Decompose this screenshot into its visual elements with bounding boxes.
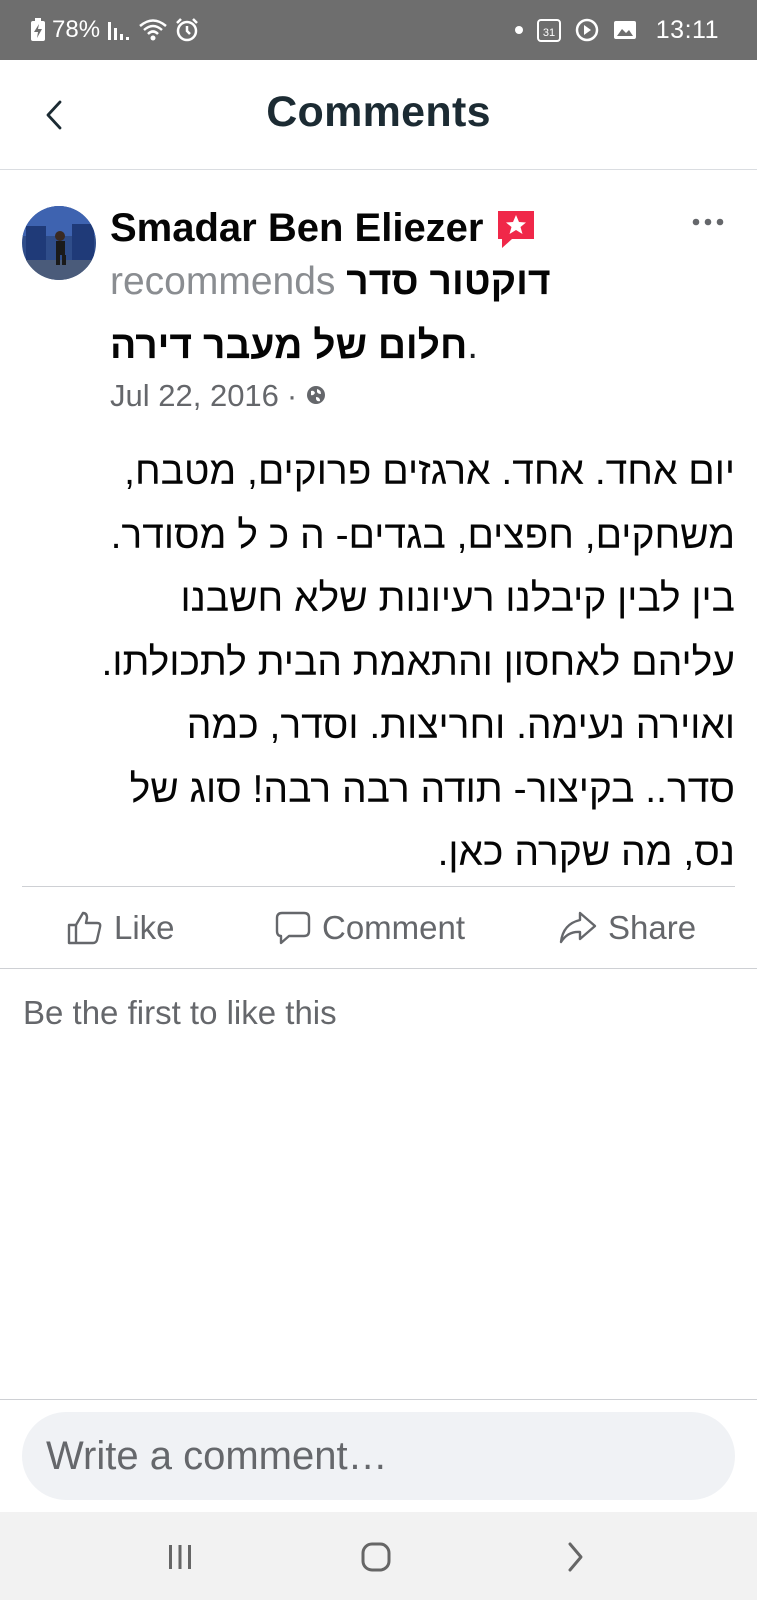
like-label: Like bbox=[114, 909, 175, 946]
system-back-button[interactable] bbox=[550, 1532, 600, 1582]
comment-bubble-icon bbox=[275, 911, 311, 945]
author-line: Smadar Ben Eliezer bbox=[110, 206, 538, 251]
post-body-line: סדר.. בקיצור- תודה רבה רבה! סוג של bbox=[129, 767, 735, 811]
action-bar: Like Comment Share bbox=[0, 888, 757, 968]
post-meta: Jul 22, 2016 · bbox=[110, 378, 327, 414]
dot-icon bbox=[514, 25, 524, 35]
divider bbox=[22, 886, 735, 887]
more-options-button[interactable] bbox=[680, 210, 736, 234]
calendar-icon: 31 bbox=[536, 17, 562, 43]
comment-input[interactable] bbox=[22, 1412, 735, 1500]
play-circle-icon bbox=[574, 17, 600, 43]
image-icon bbox=[612, 18, 638, 42]
recommendation-line-2: חלום של מעבר דירה. bbox=[110, 324, 478, 368]
comment-label: Comment bbox=[322, 909, 466, 946]
status-bar: 78% 31 13:11 bbox=[0, 0, 757, 60]
post-body: יום אחד. אחד. ארגזים פרוקים, מטבח, משחקי… bbox=[20, 440, 735, 885]
meta-separator: · bbox=[286, 378, 298, 413]
divider bbox=[0, 968, 757, 969]
page-name-link[interactable]: דוקטור סדר bbox=[346, 260, 550, 303]
recommendation-line: recommends דוקטור סדר bbox=[110, 260, 551, 304]
post-body-line: עליהם לאחסון והתאמת הבית לתכולתו. bbox=[101, 640, 735, 684]
post-body-line: ואוירה נעימה. וחריצות. וסדר, כמה bbox=[186, 704, 735, 747]
recommendation-period: . bbox=[467, 324, 479, 367]
share-arrow-icon bbox=[559, 911, 597, 944]
post-body-line: משחקים, חפצים, בגדים- ה כ ל מסודר. bbox=[110, 513, 735, 557]
post-body-line: נס, מה שקרה כאן. bbox=[437, 831, 735, 874]
recents-button[interactable] bbox=[155, 1532, 205, 1582]
status-bar-left: 78% bbox=[30, 0, 200, 60]
like-button[interactable]: Like bbox=[66, 888, 175, 968]
battery-percent: 78% bbox=[52, 16, 101, 43]
home-icon bbox=[361, 1542, 391, 1572]
post-body-line: בין לבין קיבלנו רעיונות שלא חשבנו bbox=[180, 577, 735, 620]
home-button[interactable] bbox=[351, 1532, 401, 1582]
page-title: Comments bbox=[266, 88, 491, 136]
more-horizontal-icon bbox=[692, 218, 724, 226]
post-body-line: יום אחד. אחד. ארגזים פרוקים, מטבח, bbox=[124, 450, 735, 493]
thumbs-up-icon bbox=[67, 911, 102, 945]
chevron-right-icon bbox=[568, 1542, 583, 1572]
page-name-link-continued[interactable]: חלום של מעבר דירה bbox=[110, 324, 467, 367]
reactions-summary: Be the first to like this bbox=[23, 994, 337, 1031]
battery-charging-icon bbox=[30, 18, 46, 42]
avatar-image bbox=[22, 206, 96, 280]
share-label: Share bbox=[608, 909, 697, 946]
recommends-label: recommends bbox=[110, 260, 336, 303]
post-date[interactable]: Jul 22, 2016 bbox=[110, 378, 279, 414]
avatar[interactable] bbox=[22, 206, 96, 280]
comment-button[interactable]: Comment bbox=[274, 888, 465, 968]
comment-composer bbox=[0, 1399, 757, 1512]
clock: 13:11 bbox=[655, 15, 719, 44]
signal-icon bbox=[106, 18, 132, 42]
status-bar-right: 31 13:11 bbox=[514, 0, 719, 60]
recommend-star-icon bbox=[494, 207, 538, 251]
calendar-day: 31 bbox=[543, 27, 555, 39]
author-name[interactable]: Smadar Ben Eliezer bbox=[110, 206, 484, 251]
wifi-icon bbox=[138, 18, 168, 42]
recents-icon bbox=[169, 1545, 191, 1569]
alarm-icon bbox=[174, 17, 200, 43]
share-button[interactable]: Share bbox=[558, 888, 696, 968]
globe-icon bbox=[305, 378, 327, 414]
system-nav-bar bbox=[0, 1512, 757, 1600]
header: Comments bbox=[0, 60, 757, 170]
